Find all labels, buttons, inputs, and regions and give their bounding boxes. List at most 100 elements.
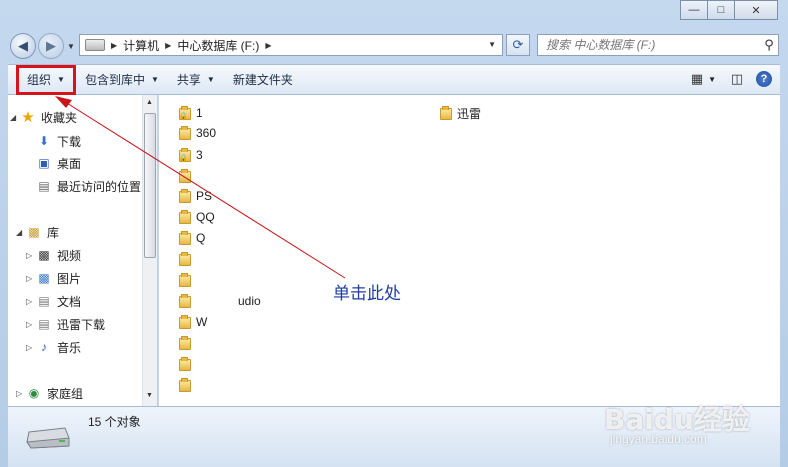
expand-icon[interactable]: ▷	[26, 274, 36, 283]
drive-icon	[26, 427, 70, 449]
forward-arrow-icon: ▶	[46, 38, 56, 53]
nav-item-thunder-downloads[interactable]: ▷ ▤ 迅雷下载	[26, 314, 105, 334]
file-item[interactable]: 360	[179, 124, 216, 142]
preview-pane-button[interactable]: ◫	[726, 68, 748, 90]
file-item[interactable]: Q	[179, 229, 205, 247]
nav-item-recent[interactable]: ▤ 最近访问的位置	[36, 176, 141, 196]
expand-icon[interactable]: ▷	[26, 320, 36, 329]
star-icon: ★	[21, 109, 35, 126]
file-item[interactable]	[179, 355, 196, 373]
breadcrumb-segment: ▶	[265, 41, 277, 50]
folder-icon	[179, 315, 192, 329]
new-folder-label: 新建文件夹	[232, 73, 293, 87]
close-button[interactable]: ✕	[735, 0, 778, 20]
expand-icon[interactable]: ▷	[26, 297, 36, 306]
command-bar: 组织 ▼ 包含到库中 ▼ 共享 ▼ 新建文件夹 ▦ ▼ ◫ ?	[8, 64, 780, 95]
file-item[interactable]: PS	[179, 187, 212, 205]
nav-item-videos[interactable]: ▷ ▩ 视频	[26, 245, 81, 265]
nav-item-downloads[interactable]: ⬇ 下载	[36, 131, 81, 151]
new-folder-button[interactable]: 新建文件夹	[224, 68, 302, 92]
nav-item-label: 下载	[57, 134, 82, 149]
search-icon[interactable]: ⚲	[760, 37, 778, 53]
back-button[interactable]: ◀	[10, 33, 36, 59]
include-in-library-button[interactable]: 包含到库中 ▼	[76, 68, 168, 92]
search-input[interactable]	[544, 37, 760, 53]
file-item[interactable]: udio	[179, 292, 261, 310]
help-icon[interactable]: ?	[756, 71, 772, 87]
expand-icon[interactable]: ▷	[26, 251, 36, 260]
nav-item-label: 音乐	[57, 340, 82, 355]
folder-icon	[179, 273, 192, 287]
file-item-label: PS	[196, 189, 213, 203]
nav-favorites[interactable]: ◢ ★ 收藏夹	[10, 107, 77, 127]
folder-icon	[179, 294, 192, 308]
picture-library-icon: ▩	[38, 271, 50, 285]
nav-item-desktop[interactable]: ▣ 桌面	[36, 153, 81, 173]
nav-homegroup-label: 家庭组	[47, 386, 84, 401]
scroll-up-icon[interactable]: ▲	[146, 99, 153, 106]
expand-icon[interactable]: ▷	[26, 343, 36, 352]
collapse-icon[interactable]: ◢	[16, 228, 26, 237]
folder-icon	[440, 106, 453, 120]
annotation-text: 单击此处	[333, 284, 401, 304]
share-button[interactable]: 共享 ▼	[168, 68, 224, 92]
file-item[interactable]	[179, 376, 196, 394]
nav-item-music[interactable]: ▷ ♪ 音乐	[26, 337, 81, 357]
preview-pane-icon: ◫	[730, 71, 744, 86]
homegroup-icon: ◉	[28, 386, 40, 400]
maximize-button[interactable]: □	[708, 0, 735, 20]
nav-item-pictures[interactable]: ▷ ▩ 图片	[26, 268, 81, 288]
nav-scrollbar[interactable]: ▲ ▼	[142, 95, 157, 406]
file-item-label: udio	[238, 294, 261, 308]
drive-icon	[85, 39, 105, 51]
nav-libraries[interactable]: ◢ ▩ 库	[16, 222, 59, 242]
address-bar[interactable]: ▶ 计算机 ▶ 中心数据库 (F:) ▶ ▼	[79, 34, 503, 56]
view-icon: ▦	[690, 71, 704, 86]
nav-item-label: 视频	[57, 248, 82, 263]
nav-homegroup[interactable]: ▷ ◉ 家庭组	[16, 383, 83, 403]
recent-pages-dropdown[interactable]: ▼	[67, 42, 75, 51]
breadcrumb-separator-icon[interactable]: ▶	[111, 41, 117, 50]
file-item-label: 360	[196, 126, 217, 140]
file-item-label: QQ	[196, 210, 215, 224]
view-controls: ▦ ▼ ◫ ?	[686, 68, 772, 90]
breadcrumb-computer[interactable]: 计算机	[123, 37, 159, 54]
forward-button[interactable]: ▶	[38, 33, 64, 59]
file-item[interactable]: QQ	[179, 208, 215, 226]
document-library-icon: ▤	[38, 294, 50, 308]
minimize-button[interactable]: —	[680, 0, 708, 20]
file-list: 🔒 1 360 🔒 3 PS QQ Q udio W 迅雷	[158, 95, 780, 406]
chevron-down-icon: ▼	[150, 75, 159, 84]
address-dropdown-icon[interactable]: ▼	[488, 40, 496, 49]
caption-buttons: — □ ✕	[680, 0, 778, 20]
refresh-icon: ⟳	[512, 37, 524, 52]
breadcrumb-separator-icon[interactable]: ▶	[165, 41, 171, 50]
file-item[interactable]: 迅雷	[440, 104, 481, 122]
file-item[interactable]: 🔒 3	[179, 146, 203, 164]
nav-item-documents[interactable]: ▷ ▤ 文档	[26, 291, 81, 311]
file-item[interactable]: W	[179, 313, 207, 331]
file-item[interactable]	[179, 167, 196, 185]
download-folder-icon: ⬇	[38, 134, 50, 148]
change-view-button[interactable]: ▦	[686, 68, 708, 90]
file-item-label: Q	[196, 231, 206, 245]
folder-icon	[179, 210, 192, 224]
breadcrumb-separator-icon[interactable]: ▶	[265, 41, 271, 50]
breadcrumb-drive[interactable]: 中心数据库 (F:)	[177, 37, 259, 54]
chevron-down-icon: ▼	[206, 75, 215, 84]
file-item[interactable]	[179, 334, 196, 352]
file-item[interactable]	[179, 271, 196, 289]
desktop-icon: ▣	[38, 156, 50, 170]
scrollbar-thumb[interactable]	[144, 113, 156, 258]
view-dropdown-icon[interactable]: ▼	[708, 75, 716, 84]
file-item[interactable]	[179, 250, 196, 268]
search-box: ⚲	[537, 34, 779, 56]
music-note-icon: ♪	[41, 340, 47, 354]
file-item[interactable]: 🔒 1	[179, 104, 203, 122]
expand-icon[interactable]: ▷	[16, 389, 26, 398]
refresh-button[interactable]: ⟳	[506, 34, 530, 56]
nav-favorites-label: 收藏夹	[41, 110, 78, 125]
collapse-icon[interactable]: ◢	[10, 113, 20, 122]
recent-places-icon: ▤	[38, 179, 50, 193]
scroll-down-icon[interactable]: ▼	[146, 392, 153, 399]
